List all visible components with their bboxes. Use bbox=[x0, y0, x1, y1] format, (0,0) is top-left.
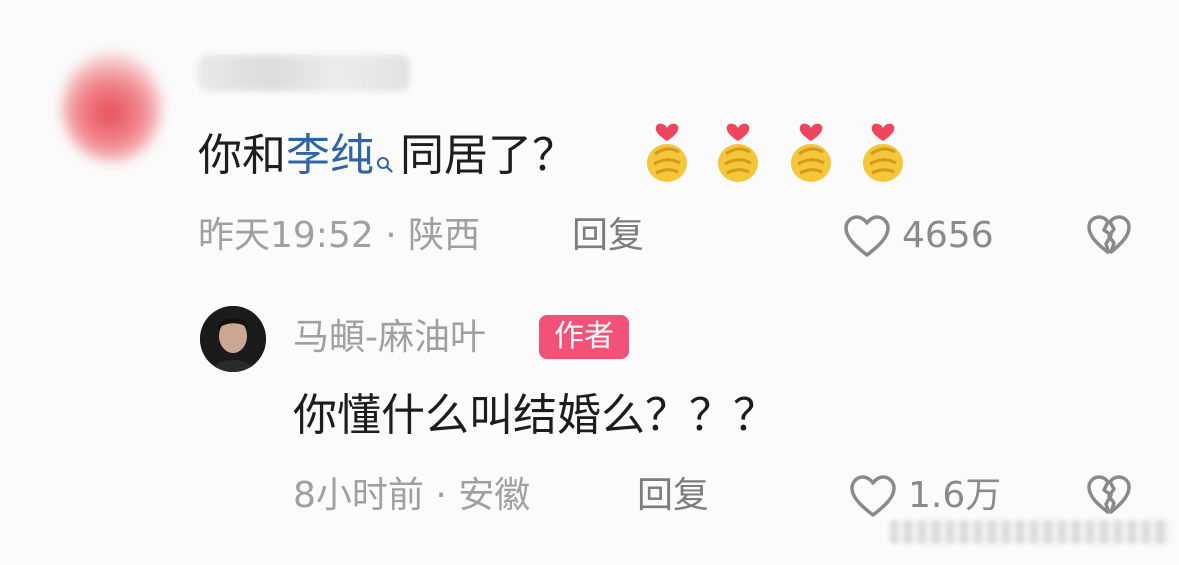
commenter-avatar[interactable] bbox=[62, 52, 162, 162]
like-button[interactable]: 4656 bbox=[842, 213, 994, 259]
finger-heart-emoji-icon bbox=[640, 114, 694, 186]
like-count: 1.6万 bbox=[908, 475, 1002, 516]
reply-avatar[interactable] bbox=[200, 306, 266, 372]
finger-heart-emoji-icon bbox=[856, 114, 910, 186]
meta-separator: · bbox=[373, 215, 409, 256]
reply-text: 你懂什么叫结婚么？？？ bbox=[293, 390, 777, 441]
heart-outline-icon bbox=[850, 475, 896, 517]
reply-username[interactable]: 马頔-麻油叶 bbox=[293, 316, 486, 360]
finger-heart-emoji-icon bbox=[711, 114, 765, 186]
broken-heart-icon[interactable] bbox=[1085, 213, 1133, 257]
reply-time: 8小时前 bbox=[293, 475, 424, 516]
broken-heart-icon[interactable] bbox=[1085, 473, 1133, 517]
watermark-blurred bbox=[890, 520, 1170, 544]
like-count: 4656 bbox=[902, 215, 994, 256]
comment-time: 昨天19:52 bbox=[198, 215, 374, 256]
search-icon[interactable] bbox=[376, 132, 394, 173]
author-badge: 作者 bbox=[539, 315, 629, 359]
meta-separator: · bbox=[423, 475, 459, 516]
comment-thread: 你和李纯 同居了？ 昨天19:52 · 陕西 回复 4656 马頔-麻油叶 作者… bbox=[0, 0, 1179, 565]
reply-button[interactable]: 回复 bbox=[572, 214, 644, 258]
reply-button[interactable]: 回复 bbox=[637, 474, 709, 518]
commenter-username-blurred[interactable] bbox=[198, 55, 410, 91]
reply-meta: 8小时前 · 安徽 bbox=[293, 474, 530, 518]
heart-outline-icon bbox=[844, 215, 890, 257]
mention-link[interactable]: 李纯 bbox=[286, 130, 374, 181]
like-button[interactable]: 1.6万 bbox=[848, 473, 1001, 519]
comment-meta: 昨天19:52 · 陕西 bbox=[198, 214, 480, 258]
comment-location: 陕西 bbox=[408, 215, 481, 256]
comment-text-before: 你和 bbox=[198, 130, 286, 181]
comment-text-after: 同居了？ bbox=[400, 130, 576, 181]
comment-text: 你和李纯 同居了？ bbox=[198, 128, 576, 184]
reply-location: 安徽 bbox=[458, 475, 531, 516]
finger-heart-emoji-icon bbox=[784, 114, 838, 186]
